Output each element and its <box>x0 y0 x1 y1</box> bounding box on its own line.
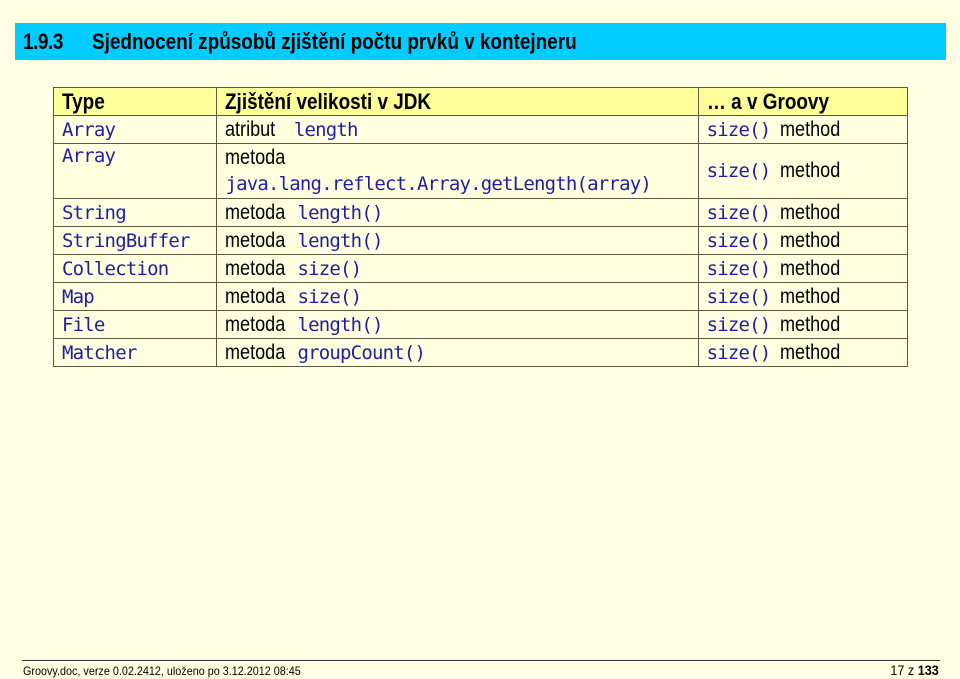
section-number: 1.9.3 <box>23 28 63 54</box>
type-cell: Array <box>52 115 218 144</box>
jdk-cell: metoda groupCount() <box>216 338 699 367</box>
type-cell: String <box>52 198 218 227</box>
type-cell: Map <box>52 282 218 311</box>
jdk-cell: metoda length() <box>216 226 699 255</box>
groovy-cell: size() method <box>697 115 909 144</box>
jdk-cell: metoda length() <box>216 198 699 227</box>
footer-page-number: 17 z 133 <box>891 662 939 678</box>
table-row: String metoda length() size() method <box>52 198 909 227</box>
table-row: Collection metoda size() size() method <box>52 254 909 283</box>
page-total: 133 <box>917 662 939 678</box>
groovy-cell: size() method <box>697 254 909 283</box>
jdk-cell: atribut length <box>216 115 699 144</box>
table-row: Array atribut length size() method <box>52 115 909 144</box>
jdk-cell: metoda size() <box>216 282 699 311</box>
table-row: Array metoda java.lang.reflect.Array.getL… <box>52 143 909 199</box>
groovy-cell: size() method <box>697 198 909 227</box>
footer-divider <box>22 660 940 661</box>
table-row: Matcher metoda groupCount() size() method <box>52 338 909 367</box>
jdk-cell: metoda size() <box>216 254 699 283</box>
type-cell: Matcher <box>52 338 218 367</box>
jdk-cell: metoda java.lang.reflect.Array.getLength(… <box>216 143 699 199</box>
type-cell: StringBuffer <box>52 226 218 255</box>
table-row: File metoda length() size() method <box>52 310 909 339</box>
table-row: Map metoda size() size() method <box>52 282 909 311</box>
groovy-cell: size() method <box>697 143 909 199</box>
jdk-cell: metoda length() <box>216 310 699 339</box>
footer-document-info: Groovy.doc, verze 0.02.2412, uloženo po … <box>23 664 301 678</box>
table-row: StringBuffer metoda length() size() method <box>52 226 909 255</box>
groovy-cell: size() method <box>697 310 909 339</box>
column-header-groovy: … a v Groovy <box>697 87 909 116</box>
type-cell: Collection <box>52 254 218 283</box>
page-separator: z <box>908 662 915 678</box>
table-header-row: Type Zjištění velikosti v JDK … a v Groo… <box>52 87 909 116</box>
type-cell: File <box>52 310 218 339</box>
size-comparison-table: Type Zjištění velikosti v JDK … a v Groo… <box>52 87 909 367</box>
column-header-type: Type <box>52 87 218 116</box>
section-heading: 1.9.3 Sjednocení způsobů zjištění počtu … <box>15 23 946 60</box>
section-title: Sjednocení způsobů zjištění počtu prvků … <box>92 28 577 54</box>
column-header-jdk: Zjištění velikosti v JDK <box>216 87 699 116</box>
groovy-cell: size() method <box>697 282 909 311</box>
type-cell: Array <box>52 143 218 199</box>
page-current: 17 <box>890 662 905 678</box>
groovy-cell: size() method <box>697 226 909 255</box>
groovy-cell: size() method <box>697 338 909 367</box>
